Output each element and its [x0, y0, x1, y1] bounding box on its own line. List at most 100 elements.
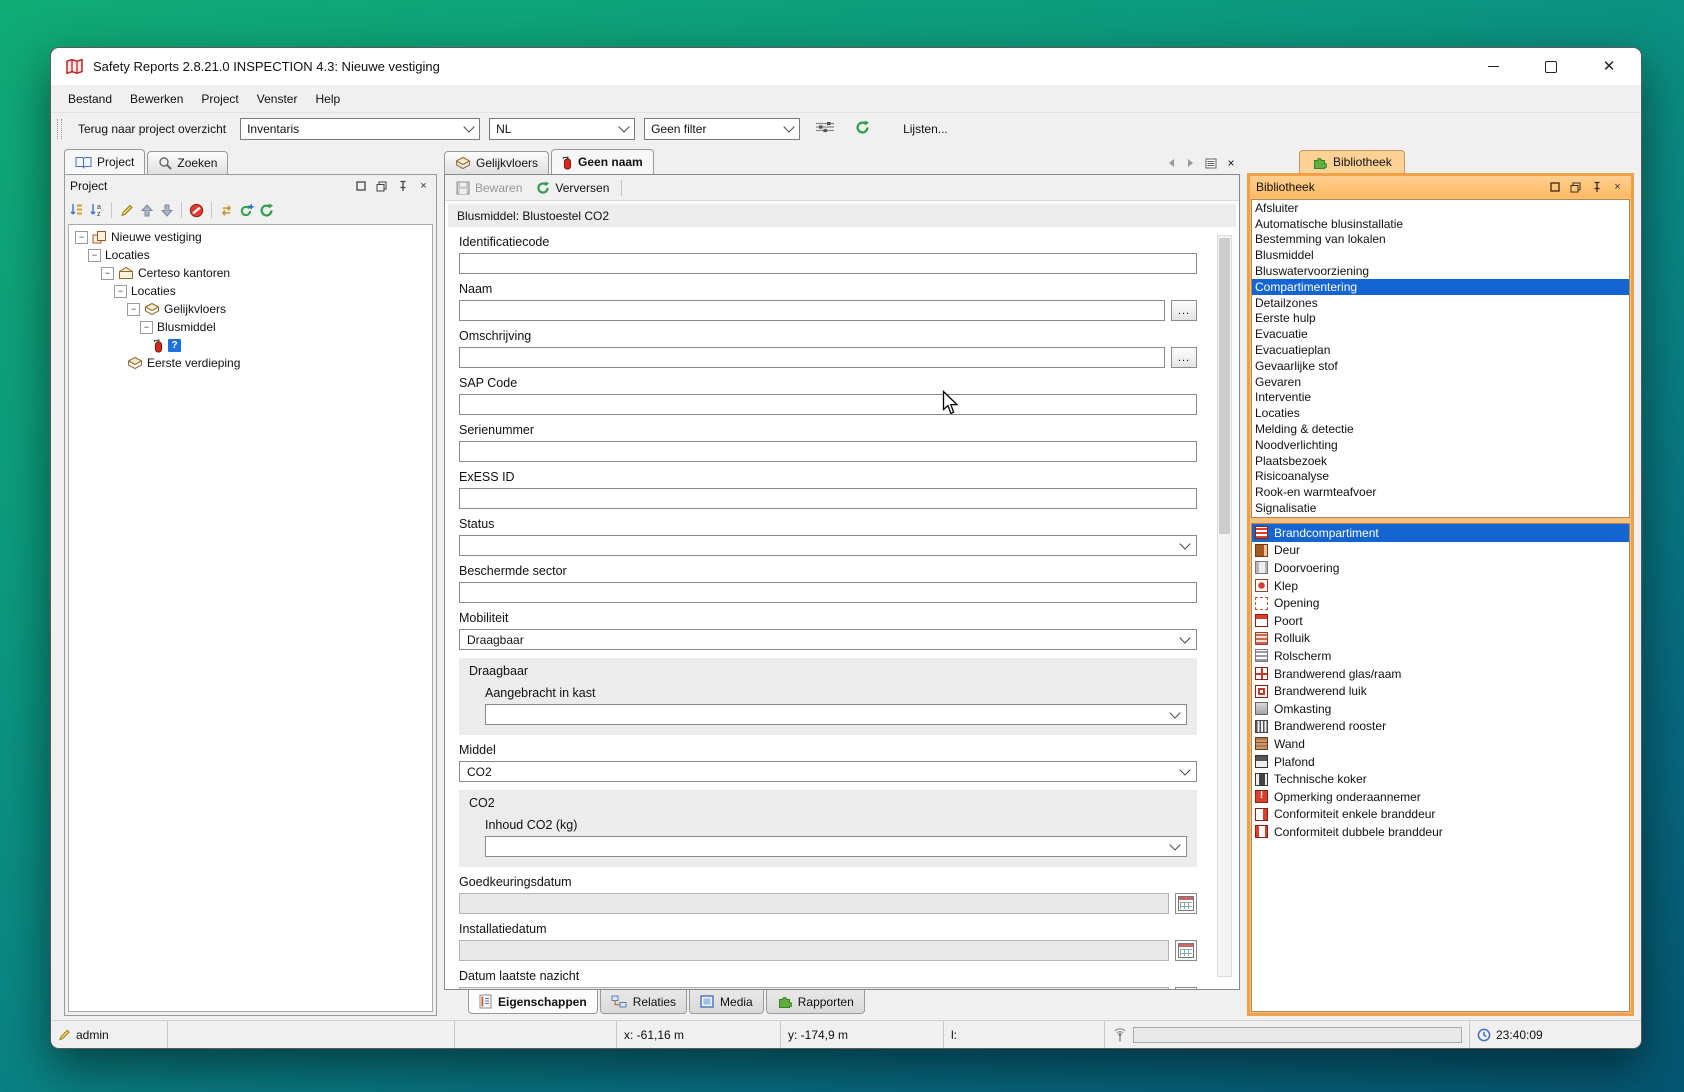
- mobiliteit-select[interactable]: Draagbaar: [459, 629, 1197, 650]
- tab-list-icon[interactable]: [1202, 154, 1220, 172]
- tab-zoeken[interactable]: Zoeken: [147, 151, 228, 174]
- library-category-eerste-hulp[interactable]: Eerste hulp: [1252, 311, 1629, 327]
- sort-structure-icon[interactable]: [69, 203, 84, 217]
- library-item-opening[interactable]: Opening: [1252, 594, 1629, 612]
- tab-scroll-right-icon[interactable]: [1182, 154, 1200, 172]
- library-category-evacuatieplan[interactable]: Evacuatieplan: [1252, 342, 1629, 358]
- datum-laatste-nazicht-calendar-button[interactable]: [1175, 987, 1197, 989]
- omschrijving-browse-button[interactable]: ...: [1171, 347, 1197, 368]
- library-category-noodverlichting[interactable]: Noodverlichting: [1252, 437, 1629, 453]
- bottom-tab-eigenschappen[interactable]: Eigenschappen: [468, 990, 598, 1014]
- middel-select[interactable]: CO2: [459, 761, 1197, 782]
- bottom-tab-relaties[interactable]: Relaties: [600, 990, 687, 1014]
- library-category-plaatsbezoek[interactable]: Plaatsbezoek: [1252, 453, 1629, 469]
- bottom-tab-media[interactable]: Media: [689, 990, 764, 1014]
- datum-laatste-nazicht-date-input[interactable]: [459, 987, 1169, 989]
- library-category-bluswatervoorziening[interactable]: Bluswatervoorziening: [1252, 263, 1629, 279]
- menu-item-bestand[interactable]: Bestand: [59, 88, 121, 110]
- swap-icon[interactable]: [219, 203, 234, 217]
- refresh-tree-icon[interactable]: [259, 203, 274, 217]
- library-category-gevaren[interactable]: Gevaren: [1252, 374, 1629, 390]
- back-to-overview-button[interactable]: Terug naar project overzicht: [73, 119, 231, 139]
- library-category-detailzones[interactable]: Detailzones: [1252, 295, 1629, 311]
- language-combobox[interactable]: NL: [489, 118, 635, 140]
- tree-expander-icon[interactable]: −: [127, 303, 140, 316]
- library-category-blusmiddel[interactable]: Blusmiddel: [1252, 247, 1629, 263]
- tab-close-icon[interactable]: ×: [1222, 154, 1240, 172]
- sort-alphabetical-icon[interactable]: az: [89, 203, 104, 217]
- library-category-compartimentering[interactable]: Compartimentering: [1252, 279, 1629, 295]
- tab-bibliotheek[interactable]: Bibliotheek: [1299, 150, 1405, 173]
- tree-node-locaties[interactable]: −Locaties: [71, 282, 432, 300]
- library-item-plafond[interactable]: Plafond: [1252, 753, 1629, 771]
- panel-restore-icon[interactable]: [374, 179, 389, 193]
- library-category-signalisatie[interactable]: Signalisatie: [1252, 500, 1629, 516]
- block-icon[interactable]: [189, 203, 204, 217]
- installatiedatum-calendar-button[interactable]: [1175, 940, 1197, 961]
- bottom-tab-rapporten[interactable]: Rapporten: [766, 990, 865, 1014]
- tree-expander-icon[interactable]: −: [114, 285, 127, 298]
- library-item-brandwerend-glas-raam[interactable]: Brandwerend glas/raam: [1252, 665, 1629, 683]
- library-item-rolluik[interactable]: Rolluik: [1252, 630, 1629, 648]
- tree-node-gelijkvloers[interactable]: −Gelijkvloers: [71, 300, 432, 318]
- library-category-locaties[interactable]: Locaties: [1252, 405, 1629, 421]
- library-item-conformiteit-enkele-branddeur[interactable]: Conformiteit enkele branddeur: [1252, 806, 1629, 824]
- filter-settings-icon[interactable]: [809, 117, 841, 140]
- menu-item-bewerken[interactable]: Bewerken: [121, 88, 192, 110]
- beschermde-sector-input[interactable]: [459, 582, 1197, 603]
- save-button[interactable]: Bewaren: [452, 179, 526, 197]
- naam-browse-button[interactable]: ...: [1171, 300, 1197, 321]
- maximize-button[interactable]: [1529, 52, 1573, 82]
- library-item-brandwerend-luik[interactable]: Brandwerend luik: [1252, 682, 1629, 700]
- refresh-add-icon[interactable]: [239, 203, 254, 217]
- tree-expander-icon[interactable]: −: [75, 231, 88, 244]
- library-category-risicoanalyse[interactable]: Risicoanalyse: [1252, 469, 1629, 485]
- tree-expander-icon[interactable]: −: [140, 321, 153, 334]
- library-item-deur[interactable]: Deur: [1252, 542, 1629, 560]
- refresh-document-button[interactable]: Verversen: [532, 179, 613, 197]
- tree-node-certeso-kantoren[interactable]: −Certeso kantoren: [71, 264, 432, 282]
- aangebracht-in-kast-select[interactable]: [485, 704, 1187, 725]
- library-item-doorvoering[interactable]: Doorvoering: [1252, 559, 1629, 577]
- library-item-poort[interactable]: Poort: [1252, 612, 1629, 630]
- menu-item-help[interactable]: Help: [306, 88, 349, 110]
- move-up-icon[interactable]: [139, 203, 154, 217]
- library-item-brandcompartiment[interactable]: Brandcompartiment: [1252, 524, 1629, 542]
- close-button[interactable]: ✕: [1587, 52, 1631, 82]
- tab-gelijkvloers[interactable]: Gelijkvloers: [444, 151, 549, 174]
- scrollbar-thumb[interactable]: [1219, 238, 1230, 534]
- goedkeuringsdatum-calendar-button[interactable]: [1175, 893, 1197, 914]
- tree-expander-icon[interactable]: −: [101, 267, 114, 280]
- library-category-afsluiter[interactable]: Afsluiter: [1252, 200, 1629, 216]
- library-item-rolscherm[interactable]: Rolscherm: [1252, 647, 1629, 665]
- identificatiecode-input[interactable]: [459, 253, 1197, 274]
- panel-close-icon[interactable]: ×: [1610, 180, 1625, 194]
- panel-pin-icon[interactable]: [1589, 180, 1604, 194]
- library-item-technische-koker[interactable]: Technische koker: [1252, 770, 1629, 788]
- tab-geen-naam[interactable]: Geen naam: [551, 149, 654, 174]
- library-category-melding-detectie[interactable]: Melding & detectie: [1252, 421, 1629, 437]
- library-item-klep[interactable]: Klep: [1252, 577, 1629, 595]
- naam-input[interactable]: [459, 300, 1165, 321]
- inhoud-co2-kg-select[interactable]: [485, 836, 1187, 857]
- edit-pencil-icon[interactable]: [119, 203, 134, 217]
- tab-scroll-left-icon[interactable]: [1162, 154, 1180, 172]
- tree-expander-icon[interactable]: −: [88, 249, 101, 262]
- module-combobox[interactable]: Inventaris: [240, 118, 480, 140]
- panel-maximize-icon[interactable]: [1547, 180, 1562, 194]
- minimize-button[interactable]: [1471, 52, 1515, 82]
- tab-project[interactable]: Project: [64, 149, 145, 174]
- library-item-conformiteit-dubbele-branddeur[interactable]: Conformiteit dubbele branddeur: [1252, 823, 1629, 841]
- library-category-interventie[interactable]: Interventie: [1252, 390, 1629, 406]
- status-select[interactable]: [459, 535, 1197, 556]
- library-item-brandwerend-rooster[interactable]: Brandwerend rooster: [1252, 718, 1629, 736]
- library-category-automatische-blusinstallatie[interactable]: Automatische blusinstallatie: [1252, 216, 1629, 232]
- omschrijving-input[interactable]: [459, 347, 1165, 368]
- tree-node-eerste-verdieping[interactable]: Eerste verdieping: [71, 354, 432, 372]
- tree-node-item[interactable]: ?: [71, 336, 432, 354]
- filter-combobox[interactable]: Geen filter: [644, 118, 800, 140]
- tree-node-blusmiddel[interactable]: −Blusmiddel: [71, 318, 432, 336]
- panel-close-icon[interactable]: ×: [416, 179, 431, 193]
- exess-id-input[interactable]: [459, 488, 1197, 509]
- serienummer-input[interactable]: [459, 441, 1197, 462]
